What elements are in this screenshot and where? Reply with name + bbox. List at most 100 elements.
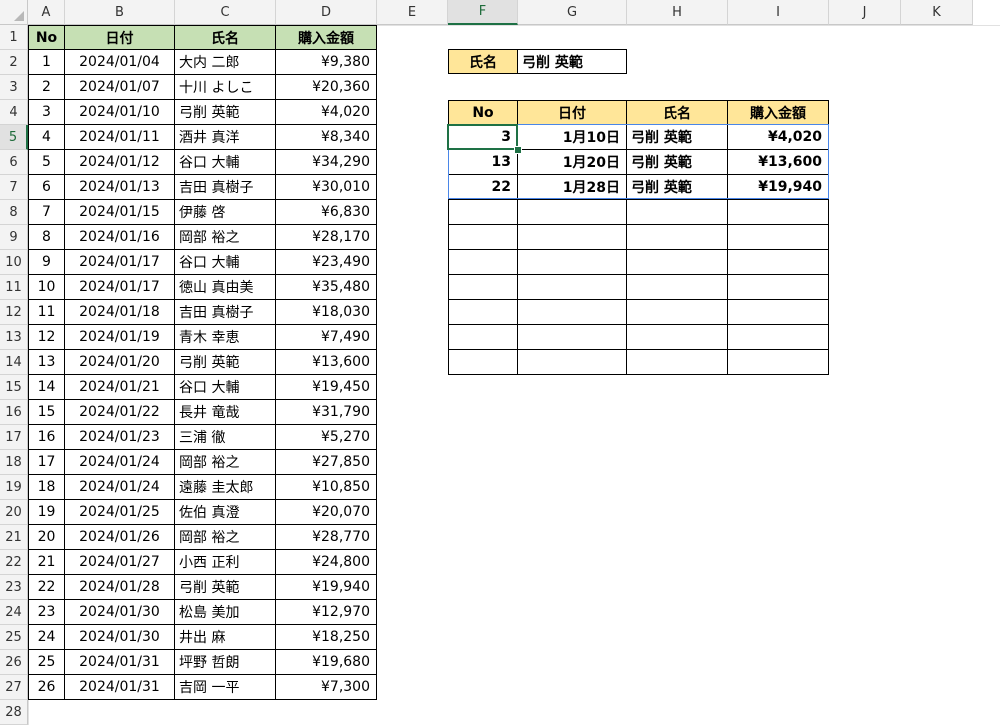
source-table-cell[interactable]: 坪野 哲朗 (175, 650, 276, 675)
source-table-cell[interactable]: ¥27,850 (276, 450, 377, 475)
result-empty-cell[interactable] (448, 325, 518, 350)
result-header-cell[interactable]: 購入金額 (728, 100, 829, 125)
source-table-cell[interactable]: ¥24,800 (276, 550, 377, 575)
select-all-button[interactable] (0, 0, 28, 25)
row-header-19[interactable]: 19 (0, 475, 28, 500)
source-table-cell[interactable]: 2024/01/16 (65, 225, 175, 250)
source-table-cell[interactable]: 20 (28, 525, 65, 550)
result-empty-cell[interactable] (518, 200, 627, 225)
row-header-28[interactable]: 28 (0, 700, 28, 725)
source-table-cell[interactable]: 17 (28, 450, 65, 475)
source-table-cell[interactable]: 2024/01/25 (65, 500, 175, 525)
source-table-cell[interactable]: ¥7,300 (276, 675, 377, 700)
result-empty-cell[interactable] (448, 300, 518, 325)
column-header-J[interactable]: J (829, 0, 901, 25)
source-table-cell[interactable]: 7 (28, 200, 65, 225)
result-empty-cell[interactable] (518, 275, 627, 300)
source-table-cell[interactable]: 岡部 裕之 (175, 225, 276, 250)
source-table-cell[interactable]: 谷口 大輔 (175, 250, 276, 275)
source-table-cell[interactable]: 2024/01/19 (65, 325, 175, 350)
result-empty-cell[interactable] (627, 225, 728, 250)
source-table-cell[interactable]: 22 (28, 575, 65, 600)
row-header-5[interactable]: 5 (0, 125, 28, 150)
row-header-18[interactable]: 18 (0, 450, 28, 475)
result-empty-cell[interactable] (728, 275, 829, 300)
result-empty-cell[interactable] (627, 325, 728, 350)
source-table-cell[interactable]: 大内 二郎 (175, 50, 276, 75)
row-header-6[interactable]: 6 (0, 150, 28, 175)
row-header-9[interactable]: 9 (0, 225, 28, 250)
source-table-cell[interactable]: ¥8,340 (276, 125, 377, 150)
row-header-26[interactable]: 26 (0, 650, 28, 675)
source-table-cell[interactable]: 3 (28, 100, 65, 125)
row-header-27[interactable]: 27 (0, 675, 28, 700)
column-header-I[interactable]: I (728, 0, 829, 25)
row-header-16[interactable]: 16 (0, 400, 28, 425)
source-table-cell[interactable]: ¥28,770 (276, 525, 377, 550)
source-table-cell[interactable]: 2024/01/17 (65, 275, 175, 300)
source-header-cell[interactable]: 氏名 (175, 25, 276, 50)
result-empty-cell[interactable] (518, 300, 627, 325)
source-table-cell[interactable]: 2024/01/15 (65, 200, 175, 225)
column-header-K[interactable]: K (901, 0, 973, 25)
row-header-14[interactable]: 14 (0, 350, 28, 375)
source-table-cell[interactable]: 2024/01/21 (65, 375, 175, 400)
source-table-cell[interactable]: 15 (28, 400, 65, 425)
source-table-cell[interactable]: 十川 よしこ (175, 75, 276, 100)
source-table-cell[interactable]: 松島 美加 (175, 600, 276, 625)
row-header-24[interactable]: 24 (0, 600, 28, 625)
source-table-cell[interactable]: 2024/01/12 (65, 150, 175, 175)
source-table-cell[interactable]: 2024/01/13 (65, 175, 175, 200)
source-table-cell[interactable]: 谷口 大輔 (175, 150, 276, 175)
result-table-cell[interactable]: 弓削 英範 (627, 150, 728, 175)
result-table-cell[interactable]: 3 (448, 125, 518, 150)
source-table-cell[interactable]: 長井 竜哉 (175, 400, 276, 425)
row-header-23[interactable]: 23 (0, 575, 28, 600)
result-empty-cell[interactable] (518, 250, 627, 275)
result-empty-cell[interactable] (728, 225, 829, 250)
result-table-cell[interactable]: ¥19,940 (728, 175, 829, 200)
result-empty-cell[interactable] (518, 325, 627, 350)
source-table-cell[interactable]: 19 (28, 500, 65, 525)
source-table-cell[interactable]: 青木 幸恵 (175, 325, 276, 350)
source-table-cell[interactable]: 2024/01/07 (65, 75, 175, 100)
result-empty-cell[interactable] (627, 275, 728, 300)
source-header-cell[interactable]: No (28, 25, 65, 50)
source-table-cell[interactable]: ¥31,790 (276, 400, 377, 425)
source-table-cell[interactable]: 2024/01/28 (65, 575, 175, 600)
source-table-cell[interactable]: 酒井 真洋 (175, 125, 276, 150)
column-header-H[interactable]: H (627, 0, 728, 25)
source-table-cell[interactable]: 三浦 徹 (175, 425, 276, 450)
source-table-cell[interactable]: 岡部 裕之 (175, 450, 276, 475)
source-table-cell[interactable]: 24 (28, 625, 65, 650)
source-table-cell[interactable]: 26 (28, 675, 65, 700)
result-table-cell[interactable]: 22 (448, 175, 518, 200)
source-table-cell[interactable]: 吉岡 一平 (175, 675, 276, 700)
source-table-cell[interactable]: ¥20,360 (276, 75, 377, 100)
source-table-cell[interactable]: 2024/01/20 (65, 350, 175, 375)
result-empty-cell[interactable] (728, 350, 829, 375)
source-table-cell[interactable]: 2024/01/31 (65, 675, 175, 700)
source-table-cell[interactable]: ¥18,250 (276, 625, 377, 650)
source-table-cell[interactable]: 13 (28, 350, 65, 375)
source-table-cell[interactable]: 9 (28, 250, 65, 275)
source-table-cell[interactable]: ¥19,450 (276, 375, 377, 400)
source-table-cell[interactable]: 遠藤 圭太郎 (175, 475, 276, 500)
row-header-22[interactable]: 22 (0, 550, 28, 575)
row-header-10[interactable]: 10 (0, 250, 28, 275)
result-header-cell[interactable]: No (448, 100, 518, 125)
source-table-cell[interactable]: 伊藤 啓 (175, 200, 276, 225)
source-table-cell[interactable]: 弓削 英範 (175, 100, 276, 125)
source-table-cell[interactable]: ¥13,600 (276, 350, 377, 375)
source-table-cell[interactable]: 21 (28, 550, 65, 575)
source-table-cell[interactable]: 12 (28, 325, 65, 350)
source-table-cell[interactable]: ¥35,480 (276, 275, 377, 300)
row-header-8[interactable]: 8 (0, 200, 28, 225)
result-empty-cell[interactable] (518, 350, 627, 375)
source-table-cell[interactable]: 佐伯 真澄 (175, 500, 276, 525)
source-table-cell[interactable]: 16 (28, 425, 65, 450)
source-table-cell[interactable]: 5 (28, 150, 65, 175)
result-empty-cell[interactable] (728, 200, 829, 225)
source-table-cell[interactable]: 2024/01/30 (65, 625, 175, 650)
source-table-cell[interactable]: 1 (28, 50, 65, 75)
